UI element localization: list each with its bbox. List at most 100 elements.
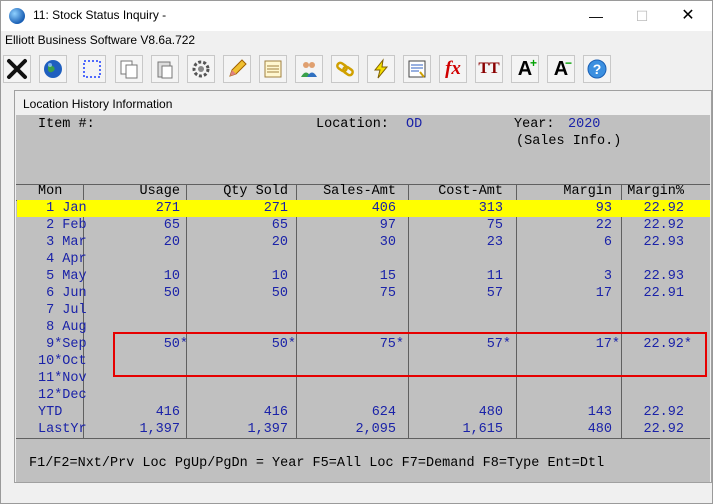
year-value[interactable]: 2020 [568,117,600,133]
font-increase-icon[interactable]: A + [511,55,539,83]
cell-cost-amt: 57 [486,286,503,301]
toolbar: fx TT A + A − ? [3,52,711,86]
cell-qty-sold: 10 [271,269,288,284]
col-divider [186,184,187,438]
cell-qty-sold: 271 [263,201,288,216]
cell-margin-pct: 22.92 [643,422,684,437]
cell-usage: 50 [163,286,180,301]
cell-mon: 3 Mar [38,235,87,250]
cell-margin-pct: 22.93 [643,269,684,284]
font-decrease-icon[interactable]: A − [547,55,575,83]
cell-qty-sold: 1,397 [247,422,288,437]
title-bar: 11: Stock Status Inquiry - — ☐ ✕ [1,1,712,31]
cell-usage: 50* [163,337,188,352]
svg-text:?: ? [593,61,602,77]
cell-margin-pct: 22.92* [643,337,692,352]
font-icon[interactable]: TT [475,55,503,83]
cell-mon: 10*Oct [38,354,87,369]
cell-sales-amt: 97 [379,218,396,233]
col-divider [516,184,517,438]
cell-margin-pct: 22.91 [643,286,684,301]
location-label: Location: [316,117,389,132]
cell-qty-sold: 50 [271,286,288,301]
panel-title: Location History Information [23,97,173,111]
notes-icon[interactable] [259,55,287,83]
help-icon[interactable]: ? [583,55,611,83]
cell-mon: 11*Nov [38,371,87,386]
cell-usage: 10 [163,269,180,284]
function-icon[interactable]: fx [439,55,467,83]
cell-sales-amt: 30 [379,235,396,250]
lightning-icon[interactable] [367,55,395,83]
users-icon[interactable] [295,55,323,83]
edit-icon[interactable] [223,55,251,83]
close-button[interactable]: ✕ [665,1,711,31]
app-subtitle: Elliott Business Software V8.6a.722 [5,33,196,47]
cell-qty-sold: 416 [263,405,288,420]
maximize-button[interactable]: ☐ [619,1,665,31]
location-value[interactable]: OD [406,117,422,133]
header-usage: Usage [139,184,180,199]
cell-mon: 8 Aug [38,320,87,335]
cell-sales-amt: 15 [379,269,396,284]
cell-mon: 9*Sep [38,337,87,352]
cell-margin: 480 [587,422,612,437]
cell-cost-amt: 480 [478,405,503,420]
cell-sales-amt: 75* [379,337,404,352]
status-strip [1,486,712,503]
cell-cost-amt: 313 [478,201,503,216]
select-icon[interactable] [78,55,106,83]
cell-qty-sold: 20 [271,235,288,250]
cell-margin: 143 [587,405,612,420]
font-icon-label: TT [478,60,500,77]
globe-icon[interactable] [39,55,67,83]
cell-margin: 22 [595,218,612,233]
cell-margin: 93 [595,201,612,216]
item-label: Item #: [38,117,95,132]
cell-margin: 17 [595,286,612,301]
cell-margin-pct: 22.92 [643,218,684,233]
col-divider [408,184,409,438]
cell-mon: 7 Jul [38,303,87,318]
copy-icon[interactable] [115,55,143,83]
cell-cost-amt: 75 [486,218,503,233]
year-label: Year: [514,117,555,132]
cell-usage: 416 [155,405,180,420]
cell-qty-sold: 50* [271,337,296,352]
function-key-legend: F1/F2=Nxt/Prv Loc PgUp/PgDn = Year F5=Al… [29,456,605,471]
col-divider [621,184,622,438]
cell-margin-pct: 22.92 [643,405,684,420]
cell-usage: 65 [163,218,180,233]
cell-mon: 2 Feb [38,218,87,233]
cell-usage: 1,397 [139,422,180,437]
exit-icon[interactable] [3,55,31,83]
minimize-button[interactable]: — [573,1,619,31]
app-window: 11: Stock Status Inquiry - — ☐ ✕ Elliott… [0,0,713,504]
cell-mon: 5 May [38,269,87,284]
cell-mon: YTD [38,405,63,420]
settings-icon[interactable] [187,55,215,83]
cell-margin-pct: 22.92 [643,201,684,216]
sales-info-note: (Sales Info.) [516,134,622,149]
paste-icon[interactable] [151,55,179,83]
table-bottom-rule [16,438,710,439]
cell-mon: 6 Jun [38,286,87,301]
cell-qty-sold: 65 [271,218,288,233]
header-margin: Margin [563,184,612,199]
cell-sales-amt: 2,095 [355,422,396,437]
report-icon[interactable] [403,55,431,83]
cell-mon: 4 Apr [38,252,87,267]
function-icon-label: fx [445,58,461,79]
cell-cost-amt: 1,615 [462,422,503,437]
cell-mon: 1 Jan [38,201,87,216]
cell-margin: 17* [595,337,620,352]
cell-margin: 6 [603,235,612,250]
cell-sales-amt: 75 [379,286,396,301]
header-margin-pct: Margin% [627,184,684,199]
cell-cost-amt: 23 [486,235,503,250]
link-icon[interactable] [331,55,359,83]
header-qty-sold: Qty Sold [223,184,288,199]
cell-sales-amt: 624 [371,405,396,420]
cell-usage: 20 [163,235,180,250]
col-divider [296,184,297,438]
